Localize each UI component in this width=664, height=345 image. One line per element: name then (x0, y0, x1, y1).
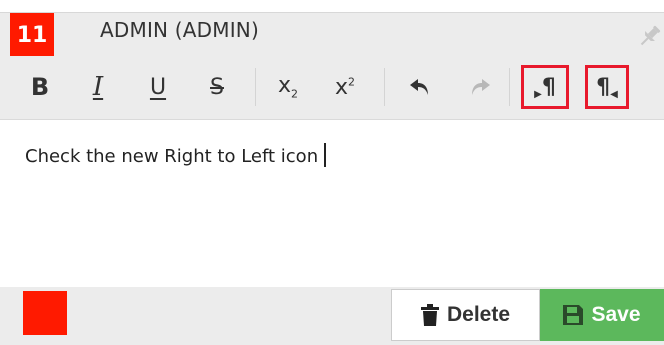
subscript-icon: x2 (277, 73, 299, 101)
editor-toolbar: B I U S x2 x2 ▶¶ ¶◀ (0, 56, 664, 120)
underline-icon: U (149, 74, 167, 100)
undo-button[interactable] (402, 68, 438, 106)
bold-icon: B (30, 73, 50, 101)
strikethrough-icon: S (210, 74, 224, 100)
ltr-button[interactable]: ▶¶ (521, 65, 569, 109)
subscript-button[interactable]: x2 (270, 68, 306, 106)
italic-button[interactable]: I (80, 68, 116, 106)
superscript-button[interactable]: x2 (327, 68, 363, 106)
floppy-disk-icon (563, 305, 584, 325)
bold-button[interactable]: B (22, 68, 58, 106)
toolbar-separator (255, 68, 256, 106)
trash-icon (420, 304, 439, 326)
strikethrough-button[interactable]: S (199, 68, 235, 106)
redo-icon (472, 79, 490, 95)
editor-content[interactable]: Check the new Right to Left icon (25, 143, 327, 167)
delete-button[interactable]: Delete (391, 289, 540, 341)
rtl-button[interactable]: ¶◀ (585, 65, 629, 109)
pin-icon[interactable] (636, 22, 664, 50)
paragraph-ltr-icon: ▶¶ (534, 74, 556, 100)
note-author: ADMIN (ADMIN) (100, 18, 259, 42)
text-caret (324, 143, 327, 167)
editor-text: Check the new Right to Left icon (25, 146, 319, 167)
paragraph-rtl-icon: ¶◀ (596, 74, 618, 100)
color-swatch[interactable] (23, 291, 67, 335)
toolbar-separator (384, 68, 385, 106)
italic-icon: I (92, 72, 104, 102)
toolbar-separator (509, 68, 510, 106)
save-label: Save (591, 303, 641, 326)
save-button[interactable]: Save (540, 289, 664, 341)
redo-button[interactable] (462, 68, 498, 106)
delete-label: Delete (446, 303, 511, 326)
undo-icon (410, 79, 428, 95)
note-number-badge: 11 (10, 13, 54, 57)
underline-button[interactable]: U (140, 68, 176, 106)
superscript-icon: x2 (334, 74, 356, 100)
